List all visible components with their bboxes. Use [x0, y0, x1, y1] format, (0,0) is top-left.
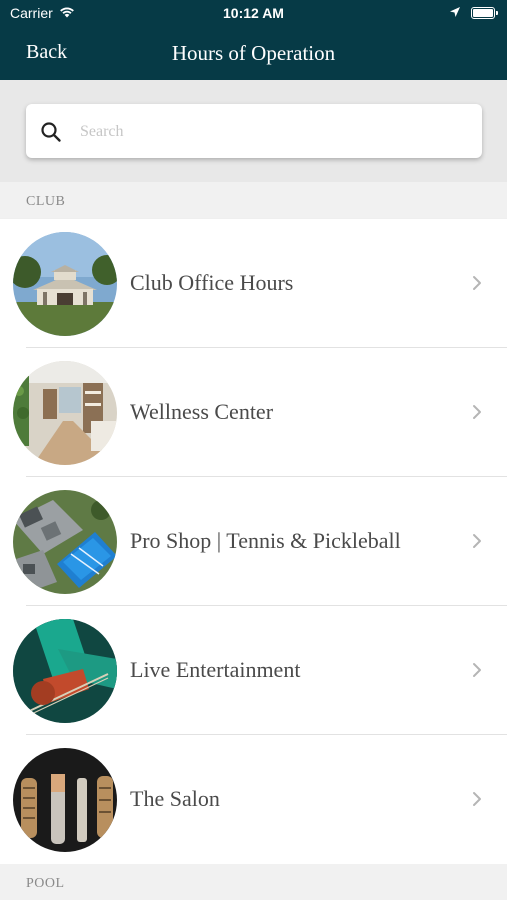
- guitar-player-photo: [13, 619, 117, 723]
- list-item-the-salon[interactable]: The Salon: [0, 735, 507, 864]
- section-header-label: CLUB: [26, 194, 66, 209]
- search-box[interactable]: [26, 104, 482, 158]
- list-item-label: Pro Shop | Tennis & Pickleball: [130, 528, 401, 553]
- section-header-label: POOL: [26, 876, 65, 891]
- list-item-label: Wellness Center: [130, 399, 274, 424]
- list-item-club-office-hours[interactable]: Club Office Hours: [0, 219, 507, 348]
- clubhouse-building-photo: [13, 232, 117, 336]
- club-list: Club Office Hours Wellness Center Pro Sh…: [0, 219, 507, 864]
- status-right: [449, 5, 498, 21]
- section-header-pool: POOL: [0, 864, 507, 900]
- list-item-pro-shop[interactable]: Pro Shop | Tennis & Pickleball: [0, 477, 507, 606]
- chevron-right-icon: [472, 404, 482, 425]
- status-bar: Carrier 10:12 AM: [0, 0, 507, 28]
- chevron-right-icon: [472, 275, 482, 296]
- chevron-right-icon: [472, 662, 482, 683]
- battery-icon: [471, 7, 498, 19]
- search-icon: [40, 121, 62, 148]
- list-item-label: Club Office Hours: [130, 270, 294, 295]
- list-item-live-entertainment[interactable]: Live Entertainment: [0, 606, 507, 735]
- chevron-right-icon: [472, 791, 482, 812]
- page-title: Hours of Operation: [171, 41, 336, 65]
- list-item-wellness-center[interactable]: Wellness Center: [0, 348, 507, 477]
- tennis-courts-aerial-photo: [13, 490, 117, 594]
- wellness-interior-photo: [13, 361, 117, 465]
- location-arrow-icon: [449, 5, 461, 21]
- hair-brushes-photo: [13, 748, 117, 852]
- navigation-bar: Back Hours of Operation: [0, 28, 507, 80]
- list-item-label: The Salon: [130, 786, 220, 811]
- status-time: 10:12 AM: [223, 5, 284, 21]
- search-area: [0, 80, 507, 182]
- chevron-right-icon: [472, 533, 482, 554]
- section-header-club: CLUB: [0, 182, 507, 218]
- list-item-label: Live Entertainment: [130, 657, 301, 682]
- search-input[interactable]: [78, 114, 462, 150]
